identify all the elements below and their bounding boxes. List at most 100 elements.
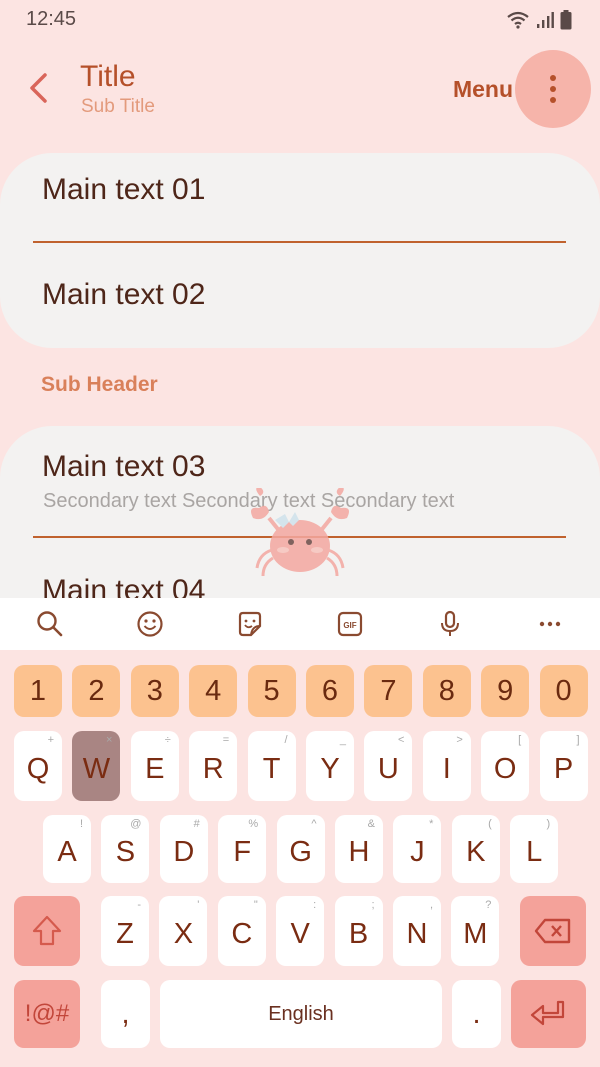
- letter-key[interactable]: = R: [189, 731, 238, 801]
- number-key[interactable]: 5: [247, 665, 296, 717]
- number-key[interactable]: 9: [481, 665, 530, 717]
- key-label: G: [289, 835, 312, 868]
- key-label: 5: [263, 674, 280, 707]
- letter-key[interactable]: / T: [247, 731, 296, 801]
- key-hint: #: [193, 818, 200, 830]
- letter-key[interactable]: ^ G: [276, 815, 325, 883]
- letter-key[interactable]: ] P: [539, 731, 588, 801]
- key-label: 6: [321, 674, 339, 707]
- number-key[interactable]: 4: [189, 665, 238, 717]
- key-label: H: [348, 835, 370, 868]
- battery-icon: [560, 10, 572, 30]
- key-label: 8: [438, 674, 455, 707]
- key-hint: /: [284, 734, 288, 746]
- key-hint: (: [488, 818, 492, 830]
- sticker-button[interactable]: [234, 608, 266, 640]
- number-key[interactable]: 0: [539, 665, 588, 717]
- key-label: X: [173, 917, 194, 950]
- shift-arrow-icon: [32, 915, 62, 946]
- letter-key[interactable]: ? M: [451, 896, 500, 966]
- list-item[interactable]: Main text 01: [42, 173, 205, 207]
- keyboard: 1 2 3 4 5 6 7 8 9 0 + Q × W ÷ E = R / T _ Y < U > I[O] P! A @ S # D% F ^ G…: [0, 650, 600, 1067]
- letter-key[interactable]: -Z: [101, 896, 149, 966]
- wifi-icon: [507, 11, 529, 29]
- key-label: E: [145, 752, 165, 785]
- backspace-key[interactable]: [520, 896, 586, 966]
- key-label: V: [290, 917, 310, 950]
- number-key[interactable]: 7: [364, 665, 413, 717]
- number-key[interactable]: 2: [72, 665, 121, 717]
- letter-key[interactable]: > I: [422, 731, 471, 801]
- symbols-key[interactable]: !@#: [14, 980, 80, 1048]
- letter-key[interactable]: @ S: [101, 815, 150, 883]
- comma-key[interactable]: ,: [101, 980, 150, 1048]
- letter-key[interactable]: (K: [451, 815, 500, 883]
- key-hint: ]: [576, 734, 580, 746]
- key-hint: *: [429, 818, 434, 830]
- space-key-label: English: [268, 1002, 334, 1025]
- more-options-button[interactable]: [515, 50, 591, 128]
- space-key[interactable]: English: [160, 980, 442, 1048]
- letter-key[interactable]: :V: [276, 896, 325, 966]
- status-icons: [506, 10, 572, 30]
- voice-input-button[interactable]: [434, 608, 466, 640]
- chevron-left-icon: [30, 73, 47, 103]
- menu-button[interactable]: Menu: [453, 76, 513, 103]
- back-button[interactable]: [20, 68, 56, 108]
- letter-key[interactable]: * J: [393, 815, 442, 883]
- letter-key[interactable]: ,N: [393, 896, 441, 966]
- key-hint: -: [137, 899, 141, 911]
- gif-button[interactable]: GIF: [334, 608, 366, 640]
- number-key[interactable]: 6: [306, 665, 354, 717]
- key-hint: ;: [371, 899, 375, 911]
- letter-key[interactable]: % F: [218, 815, 267, 883]
- key-hint: =: [222, 734, 230, 746]
- more-tools-button[interactable]: [534, 608, 566, 640]
- key-label: 4: [205, 674, 222, 707]
- emoji-button[interactable]: [134, 608, 166, 640]
- letter-key[interactable]: # D: [159, 815, 208, 883]
- app-bar: Title Sub Title Menu: [0, 50, 600, 130]
- letter-key[interactable]: [O: [481, 731, 530, 801]
- key-hint: ?: [485, 899, 492, 911]
- letter-key[interactable]: ÷ E: [130, 731, 179, 801]
- list-group-1: Main text 01 Main text 02: [0, 153, 600, 348]
- letter-key[interactable]: " C: [217, 896, 266, 966]
- key-hint: !: [79, 818, 83, 830]
- enter-key[interactable]: [511, 980, 586, 1048]
- letter-key[interactable]: × W: [72, 731, 121, 801]
- key-label: T: [262, 752, 281, 785]
- list-item[interactable]: Main text 02: [42, 278, 205, 312]
- letter-key[interactable]: + Q: [14, 731, 62, 801]
- key-hint: +: [47, 734, 54, 746]
- key-label: D: [173, 835, 195, 868]
- letter-key[interactable]: ' X: [159, 896, 208, 966]
- shift-key[interactable]: [14, 896, 80, 966]
- letter-key[interactable]: _ Y: [306, 731, 354, 801]
- key-hint: ^: [311, 818, 317, 830]
- number-key[interactable]: 1: [14, 665, 62, 717]
- period-key[interactable]: .: [452, 980, 501, 1048]
- status-bar: 12:45: [0, 0, 600, 42]
- search-button[interactable]: [34, 608, 66, 640]
- letter-key[interactable]: ; B: [334, 896, 383, 966]
- key-label: C: [231, 917, 253, 950]
- key-label: O: [493, 752, 517, 785]
- key-label: J: [410, 835, 425, 868]
- key-label: I: [442, 752, 451, 785]
- page-subtitle: Sub Title: [81, 96, 155, 117]
- letter-key[interactable]: ! A: [43, 815, 91, 883]
- key-label: P: [553, 752, 574, 785]
- gif-icon: GIF: [337, 611, 363, 637]
- letter-key[interactable]: ) L: [510, 815, 559, 883]
- key-hint: ×: [105, 734, 113, 746]
- key-label: 0: [555, 674, 572, 707]
- list-item[interactable]: Main text 03: [42, 450, 205, 484]
- key-hint: ': [197, 899, 200, 911]
- key-label: K: [466, 835, 486, 868]
- letter-key[interactable]: < U: [364, 731, 413, 801]
- letter-key[interactable]: & H: [335, 815, 383, 883]
- number-key[interactable]: 3: [130, 665, 179, 717]
- number-key[interactable]: 8: [422, 665, 471, 717]
- key-label: Z: [116, 917, 134, 950]
